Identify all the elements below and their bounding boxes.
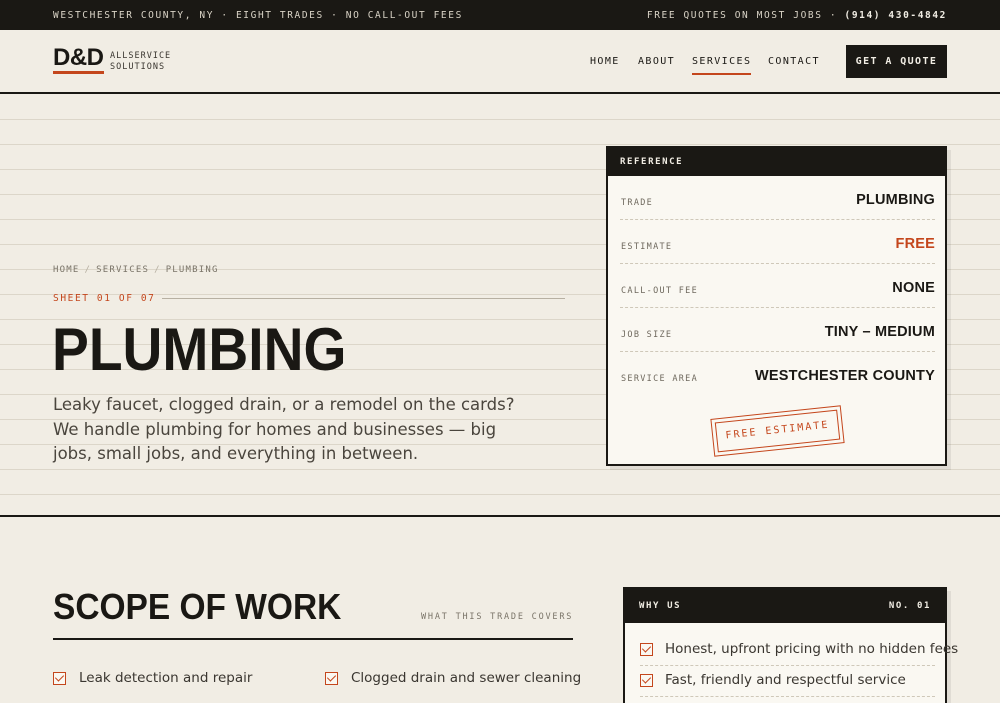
why-us-item-label: Honest, upfront pricing with no hidden f… xyxy=(665,641,959,657)
breadcrumb-home[interactable]: HOME xyxy=(53,265,79,275)
nav-item-about[interactable]: ABOUT xyxy=(638,56,675,67)
reference-key: SERVICE AREA xyxy=(621,374,699,384)
reference-key: JOB SIZE xyxy=(621,330,673,340)
reference-row-service-area: SERVICE AREA WESTCHESTER COUNTY xyxy=(620,352,935,396)
checkmark-icon xyxy=(53,672,66,685)
nav-item-home[interactable]: HOME xyxy=(590,56,620,67)
scope-item-label: Clogged drain and sewer cleaning xyxy=(351,670,582,686)
nav-item-services[interactable]: SERVICES xyxy=(692,56,752,75)
why-us-number: NO. 01 xyxy=(888,601,931,611)
brand-logo[interactable]: D&D ALLSERVICE SOLUTIONS xyxy=(53,45,170,74)
why-us-item: Honest, upfront pricing with no hidden f… xyxy=(640,635,958,666)
breadcrumb-services[interactable]: SERVICES xyxy=(96,265,149,275)
reference-row-call-out-fee: CALL-OUT FEE NONE xyxy=(620,264,935,308)
nav-item-contact[interactable]: CONTACT xyxy=(768,56,820,67)
why-us-item: Fast, friendly and respectful service xyxy=(640,666,935,697)
checkmark-icon xyxy=(640,643,653,656)
reference-value: WESTCHESTER COUNTY xyxy=(754,368,935,384)
why-us-heading-bar: WHY US NO. 01 xyxy=(625,589,945,623)
reference-card-heading: REFERENCE xyxy=(608,148,945,176)
reference-card: REFERENCE TRADE PLUMBING ESTIMATE FREE C… xyxy=(606,146,947,466)
why-us-item-label: Fast, friendly and respectful service xyxy=(665,672,906,688)
checkmark-icon xyxy=(640,674,653,687)
scope-title: SCOPE OF WORK xyxy=(53,586,342,627)
breadcrumb-current: PLUMBING xyxy=(165,265,219,275)
get-a-quote-button[interactable]: GET A QUOTE xyxy=(846,45,947,78)
sheet-number: SHEET 01 OF 07 xyxy=(53,293,156,304)
reference-value: FREE xyxy=(895,236,935,252)
quote-info: FREE QUOTES ON MOST JOBS · (914) 430-484… xyxy=(647,10,947,21)
scope-kicker: WHAT THIS TRADE COVERS xyxy=(421,612,574,622)
scope-divider xyxy=(53,638,573,640)
reference-row-estimate: ESTIMATE FREE xyxy=(620,220,935,264)
top-utility-bar: WESTCHESTER COUNTY, NY · EIGHT TRADES · … xyxy=(0,0,1000,30)
logo-line-1: ALLSERVICE xyxy=(110,51,172,61)
service-area-tagline: WESTCHESTER COUNTY, NY · EIGHT TRADES · … xyxy=(53,10,463,21)
reference-value: NONE xyxy=(892,280,935,296)
reference-row-trade: TRADE PLUMBING xyxy=(620,176,935,220)
logo-wordmark: ALLSERVICE SOLUTIONS xyxy=(110,51,190,73)
phone-number-link[interactable]: (914) 430-4842 xyxy=(845,10,947,21)
reference-value: TINY – MEDIUM xyxy=(824,324,935,340)
checkmark-icon xyxy=(325,672,338,685)
why-us-card: WHY US NO. 01 Honest, upfront pricing wi… xyxy=(623,587,958,703)
stamp-label: FREE ESTIMATE xyxy=(714,409,841,453)
reference-key: CALL-OUT FEE xyxy=(621,286,699,296)
reference-key: ESTIMATE xyxy=(621,242,673,252)
logo-line-2: SOLUTIONS xyxy=(110,62,166,72)
scope-item-label: Leak detection and repair xyxy=(79,670,253,686)
why-us-heading: WHY US xyxy=(639,601,682,611)
hero-section: HOME / SERVICES / PLUMBING SHEET 01 OF 07 PL… xyxy=(0,95,1000,517)
reference-row-job-size: JOB SIZE TINY – MEDIUM xyxy=(620,308,935,352)
site-header: D&D ALLSERVICE SOLUTIONS HOME ABOUT SERV… xyxy=(0,30,1000,94)
reference-key: TRADE xyxy=(621,198,654,208)
hero-description: Leaky faucet, clogged drain, or a remode… xyxy=(53,395,515,463)
page-title: PLUMBING xyxy=(52,316,347,383)
breadcrumb: HOME / SERVICES / PLUMBING xyxy=(53,265,219,275)
reference-value: PLUMBING xyxy=(856,192,935,208)
logo-mark: D&D xyxy=(53,45,104,74)
free-estimate-stamp: FREE ESTIMATE xyxy=(710,405,845,457)
free-quotes-text: FREE QUOTES ON MOST JOBS · xyxy=(646,10,838,21)
sheet-divider xyxy=(162,298,565,299)
